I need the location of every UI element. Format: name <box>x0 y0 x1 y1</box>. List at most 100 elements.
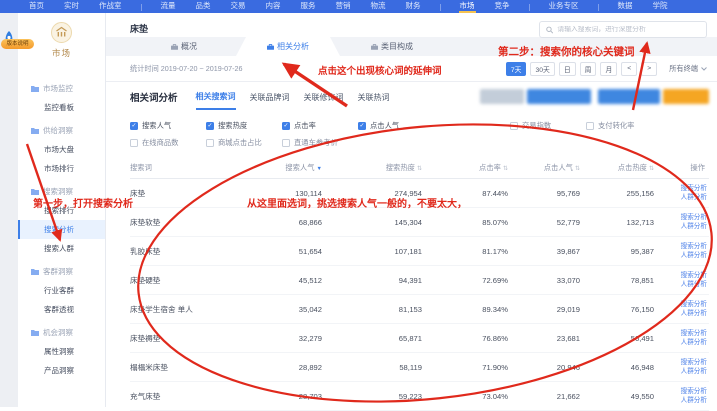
sidebar-item-market-overview[interactable]: 市场大盘 <box>18 140 105 159</box>
main-content: 床垫 概况 相关分析 类目构成 统计时间 2019-07-20 ~ 2019-0… <box>106 13 717 407</box>
col-click-rate[interactable]: 点击率 ⇅ <box>424 163 510 173</box>
click-rate-cell: 76.86% <box>424 334 510 343</box>
keyword-cell[interactable]: 乳胶床垫 <box>130 246 238 257</box>
pager-prev-button[interactable]: < <box>621 62 637 76</box>
date-btn-30d[interactable]: 30天 <box>530 62 554 76</box>
sidebar-item-search-audience[interactable]: 搜索人群 <box>18 239 105 258</box>
blurred-button[interactable] <box>598 89 660 104</box>
sidebar-item-customer-perspective[interactable]: 客群透视 <box>18 300 105 319</box>
sidebar-item-product-insight[interactable]: 产品洞察 <box>18 361 105 380</box>
audience-analysis-link[interactable]: 人群分析 <box>681 252 707 260</box>
search-analysis-link[interactable]: 搜索分析 <box>681 243 707 251</box>
click-popularity-cell: 20,946 <box>510 363 582 372</box>
sidebar-section-supply-insight[interactable]: 供给洞察 <box>18 121 105 140</box>
sidebar-section-market-monitor[interactable]: 市场监控 <box>18 79 105 98</box>
checkbox-search-heat[interactable]: 搜索热度 <box>206 121 282 131</box>
checkbox-search-popularity[interactable]: 搜索人气 <box>130 121 206 131</box>
keyword-search-box[interactable] <box>539 21 707 38</box>
checkbox-mall-click-share[interactable]: 商城点击占比 <box>206 138 282 148</box>
nav-item-marketing[interactable]: 营销 <box>335 1 352 13</box>
nav-item-logistics[interactable]: 物流 <box>370 1 387 13</box>
market-app-icon <box>51 22 72 43</box>
search-analysis-link[interactable]: 搜索分析 <box>681 301 707 309</box>
keyword-cell[interactable]: 床垫学生宿舍 单人 <box>130 304 238 315</box>
search-input[interactable] <box>557 26 700 33</box>
col-click-heat[interactable]: 点击热度 ⇅ <box>582 163 656 173</box>
nav-item-bizzone[interactable]: 业务专区 <box>548 1 580 13</box>
blurred-button[interactable] <box>663 89 709 104</box>
row-actions: 搜索分析人群分析 <box>656 214 707 231</box>
sidebar-item-search-ranking[interactable]: 搜索排行 <box>18 201 105 220</box>
audience-analysis-link[interactable]: 人群分析 <box>681 397 707 405</box>
checkbox-label: 在线商品数 <box>142 138 178 148</box>
audience-analysis-link[interactable]: 人群分析 <box>681 339 707 347</box>
nav-item-market-active[interactable]: 市场 <box>459 1 476 13</box>
sidebar-item-attribute-insight[interactable]: 属性洞察 <box>18 342 105 361</box>
col-search-popularity[interactable]: 搜索人气 ▼ <box>238 163 324 173</box>
keyword-cell[interactable]: 床垫硬垫 <box>130 275 238 286</box>
search-analysis-link[interactable]: 搜索分析 <box>681 185 707 193</box>
audience-analysis-link[interactable]: 人群分析 <box>681 310 707 318</box>
audience-analysis-link[interactable]: 人群分析 <box>681 223 707 231</box>
nav-item-academy[interactable]: 学院 <box>652 1 669 13</box>
version-badge[interactable]: 版本说明 <box>1 39 34 49</box>
click-popularity-cell: 29,019 <box>510 305 582 314</box>
search-analysis-link[interactable]: 搜索分析 <box>681 330 707 338</box>
subtab-modifier-words[interactable]: 关联修饰词 <box>304 86 344 109</box>
date-btn-week[interactable]: 周 <box>580 62 597 76</box>
nav-item-home[interactable]: 首页 <box>28 1 45 13</box>
audience-analysis-link[interactable]: 人群分析 <box>681 368 707 376</box>
nav-item-warroom[interactable]: 作战室 <box>98 1 123 13</box>
sidebar-item-industry-customer[interactable]: 行业客群 <box>18 281 105 300</box>
date-btn-month[interactable]: 月 <box>600 62 617 76</box>
tab-category-composition[interactable]: 类目构成 <box>340 37 444 56</box>
nav-item-service[interactable]: 服务 <box>300 1 317 13</box>
checkbox-ztc-ref-price[interactable]: 直通车参考价 <box>282 138 358 148</box>
folder-icon <box>31 127 39 134</box>
sidebar-section-search-insight[interactable]: 搜索洞察 <box>18 182 105 201</box>
nav-item-trade[interactable]: 交易 <box>230 1 247 13</box>
search-analysis-link[interactable]: 搜索分析 <box>681 214 707 222</box>
sidebar-item-market-ranking[interactable]: 市场排行 <box>18 159 105 178</box>
tab-related-analysis[interactable]: 相关分析 <box>236 37 340 56</box>
checkbox-click-popularity[interactable]: 点击人气 <box>358 121 434 131</box>
subtab-brand-words[interactable]: 关联品牌词 <box>250 86 290 109</box>
search-analysis-link[interactable]: 搜索分析 <box>681 388 707 396</box>
checkbox-click-rate[interactable]: 点击率 <box>282 121 358 131</box>
blurred-button[interactable] <box>480 89 524 104</box>
keyword-cell[interactable]: 床垫 <box>130 188 238 199</box>
col-click-popularity[interactable]: 点击人气 ⇅ <box>510 163 582 173</box>
checkbox-pay-conversion[interactable]: 支付转化率 <box>586 121 662 131</box>
checkbox-online-products[interactable]: 在线商品数 <box>130 138 206 148</box>
audience-analysis-link[interactable]: 人群分析 <box>681 194 707 202</box>
nav-item-category[interactable]: 品类 <box>195 1 212 13</box>
pager-next-button[interactable]: > <box>641 62 657 76</box>
blurred-button[interactable] <box>527 89 591 104</box>
tab-overview[interactable]: 概况 <box>132 37 236 56</box>
date-btn-7d[interactable]: 7天 <box>506 62 527 76</box>
nav-item-content[interactable]: 内容 <box>265 1 282 13</box>
search-analysis-link[interactable]: 搜索分析 <box>681 272 707 280</box>
terminal-filter-dropdown[interactable]: 所有终端 <box>669 64 707 74</box>
sidebar-section-opportunity-insight[interactable]: 机会洞察 <box>18 323 105 342</box>
nav-item-realtime[interactable]: 实时 <box>63 1 80 13</box>
nav-item-data[interactable]: 数据 <box>617 1 634 13</box>
sidebar-item-monitor-board[interactable]: 监控看板 <box>18 98 105 117</box>
keyword-cell[interactable]: 床垫褥垫 <box>130 333 238 344</box>
keyword-cell[interactable]: 榻榻米床垫 <box>130 362 238 373</box>
keyword-cell[interactable]: 床垫软垫 <box>130 217 238 228</box>
keyword-cell[interactable]: 充气床垫 <box>130 391 238 402</box>
subtab-related-search-words[interactable]: 相关搜索词 <box>196 85 236 110</box>
nav-item-finance[interactable]: 财务 <box>405 1 422 13</box>
nav-item-traffic[interactable]: 流量 <box>160 1 177 13</box>
stat-time: 统计时间 2019-07-20 ~ 2019-07-26 <box>130 64 242 74</box>
sidebar-section-customer-insight[interactable]: 客群洞察 <box>18 262 105 281</box>
audience-analysis-link[interactable]: 人群分析 <box>681 281 707 289</box>
date-btn-day[interactable]: 日 <box>559 62 576 76</box>
nav-item-competition[interactable]: 竞争 <box>494 1 511 13</box>
subtab-hot-words[interactable]: 关联热词 <box>358 86 390 109</box>
checkbox-trade-index[interactable]: 交易指数 <box>510 121 586 131</box>
col-search-heat[interactable]: 搜索热度 ⇅ <box>324 163 424 173</box>
sidebar-item-search-analysis[interactable]: 搜索分析 <box>18 220 105 239</box>
search-analysis-link[interactable]: 搜索分析 <box>681 359 707 367</box>
